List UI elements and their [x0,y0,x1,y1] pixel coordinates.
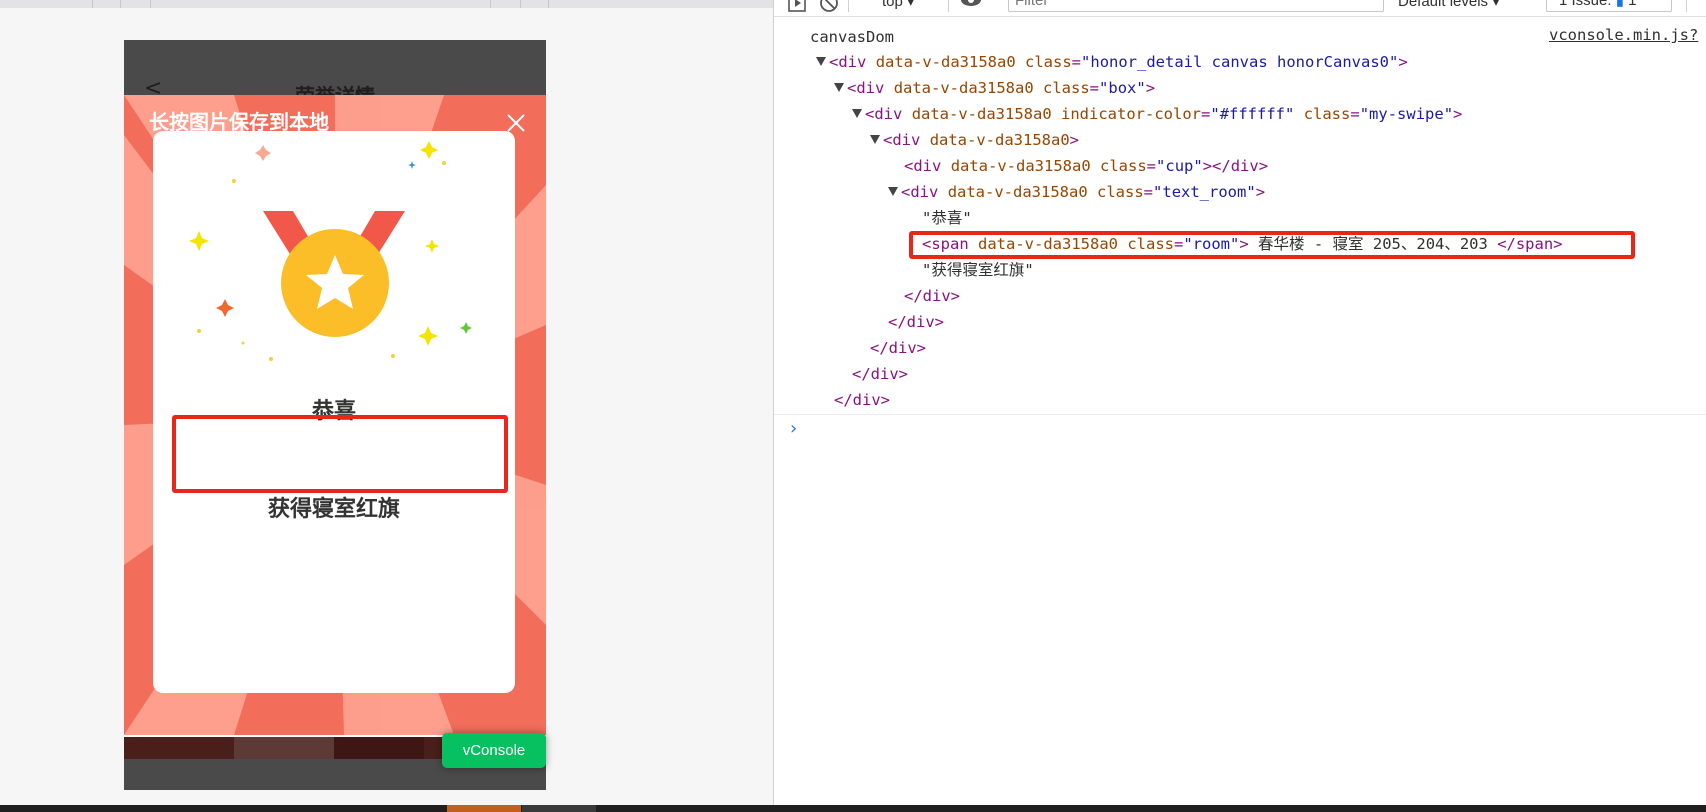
issues-button[interactable]: 1 Issue: ▮ 1 [1546,0,1672,12]
collapse-triangle-icon[interactable] [852,109,862,118]
sidebar-toggle-icon[interactable] [786,0,808,14]
dom-node-row[interactable]: <div data-v-da3158a0 class="cup"></div> [904,153,1706,179]
console-separator [774,414,1706,415]
collapse-triangle-icon[interactable] [888,187,898,196]
device-preview-pane: < 荣誉详情 长按图片保存到本地 [0,0,774,812]
collapse-triangle-icon[interactable] [834,83,844,92]
collapse-triangle-icon[interactable] [816,57,826,66]
live-expression-eye-icon[interactable] [960,0,982,14]
taskbar [0,805,1706,812]
closing-tag-row: </div> [870,339,926,357]
issues-label: 1 Issue: [1559,0,1612,9]
devtools-console: top ▾ Filter Default levels ▾ 1 Issue: ▮… [774,0,1706,805]
taskbar-app-active[interactable] [447,805,521,812]
closing-tag-row: </div> [834,391,890,409]
issue-flag-icon: ▮ [1615,0,1624,9]
room-span-highlight [909,231,1635,259]
context-label: top [882,0,903,10]
dom-node-row[interactable]: <div data-v-da3158a0 class="box"> [834,75,1706,101]
award-text: 获得寝室红旗 [267,496,400,521]
closing-tag-row: </div> [904,287,960,305]
console-prompt-icon[interactable]: › [788,418,799,439]
log-label: canvasDom [810,28,894,46]
medal-illustration [189,141,472,361]
text-node-row[interactable]: "恭喜" [922,205,1706,231]
dom-node-row[interactable]: <div data-v-da3158a0 class="honor_detail… [816,49,1706,75]
log-levels-select[interactable]: Default levels ▾ [1398,0,1500,10]
preview-top-strip [0,0,774,8]
console-toolbar: top ▾ Filter Default levels ▾ 1 Issue: ▮… [774,0,1706,17]
honor-card: 恭喜 春华楼 - 寝室 205、204、203 获得寝室红旗 [153,131,515,693]
log-levels-label: Default levels [1398,0,1489,10]
dom-node-row[interactable]: <div data-v-da3158a0> [870,127,1706,153]
closing-tag-row: </div> [852,365,908,383]
taskbar-app[interactable] [522,805,596,812]
closing-tag-row: </div> [888,313,944,331]
missing-text-highlight [172,415,508,493]
clear-console-icon[interactable] [818,0,840,14]
filter-input[interactable]: Filter [1008,0,1384,12]
collapse-triangle-icon[interactable] [870,135,880,144]
dom-node-row[interactable]: <div data-v-da3158a0 class="text_room"> [888,179,1706,205]
issues-count: 1 [1628,0,1637,9]
text-node-row[interactable]: "获得寝室红旗" [922,257,1706,283]
vconsole-button[interactable]: vConsole [442,733,546,768]
context-select[interactable]: top ▾ [882,0,915,10]
dom-node-row[interactable]: <div data-v-da3158a0 indicator-color="#f… [852,101,1706,127]
